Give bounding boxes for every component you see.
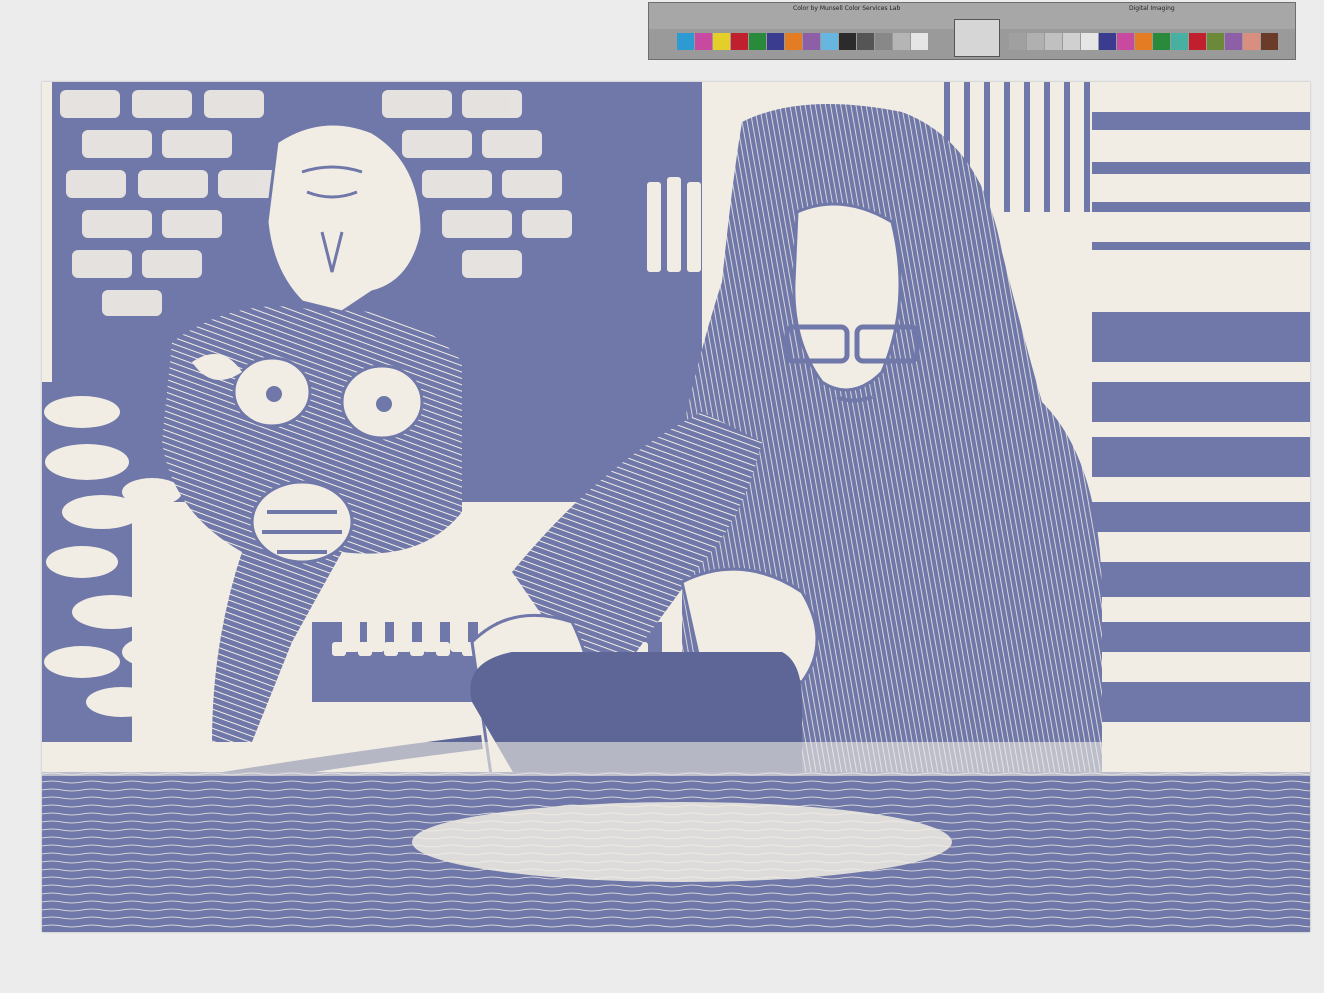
color-target-right-patch (1261, 33, 1278, 50)
color-target-right-patch (1027, 33, 1044, 50)
color-target-left-patch (911, 33, 928, 50)
woodcut-print-sheet (42, 82, 1310, 932)
color-target-right-patch (1117, 33, 1134, 50)
color-target-right-patch (1207, 33, 1224, 50)
color-target-right-patch (1171, 33, 1188, 50)
color-target-left-patch (749, 33, 766, 50)
workbench (42, 742, 1310, 932)
color-target-right-patch (1243, 33, 1260, 50)
color-target-left-patch (821, 33, 838, 50)
color-target-left-patch (857, 33, 874, 50)
woodcut-artwork (42, 82, 1310, 932)
color-target-right-patch (1081, 33, 1098, 50)
target-label-right: Digital Imaging (1129, 5, 1175, 12)
target-registration-block (954, 19, 1000, 57)
color-target-right-patch (1153, 33, 1170, 50)
color-target-right-patch (1009, 33, 1026, 50)
color-target-right-patch (1189, 33, 1206, 50)
target-label-left: Color by Munsell Color Services Lab (793, 5, 901, 12)
color-target-left-patch (767, 33, 784, 50)
color-target-left-patch (839, 33, 856, 50)
color-target-right-patch (1225, 33, 1242, 50)
color-target-left-patch (893, 33, 910, 50)
color-target-right-patch (1135, 33, 1152, 50)
color-target-left-patch (785, 33, 802, 50)
color-target-left-patch (731, 33, 748, 50)
color-target-right-patch (1063, 33, 1080, 50)
color-target-left-patch (803, 33, 820, 50)
color-target-right-patch (1099, 33, 1116, 50)
color-target-left-patch (677, 33, 694, 50)
color-calibration-target: Color by Munsell Color Services Lab Digi… (648, 2, 1296, 60)
color-target-left-patch (713, 33, 730, 50)
color-target-left-patch (875, 33, 892, 50)
color-target-left-patch (695, 33, 712, 50)
color-target-right-patch (1045, 33, 1062, 50)
